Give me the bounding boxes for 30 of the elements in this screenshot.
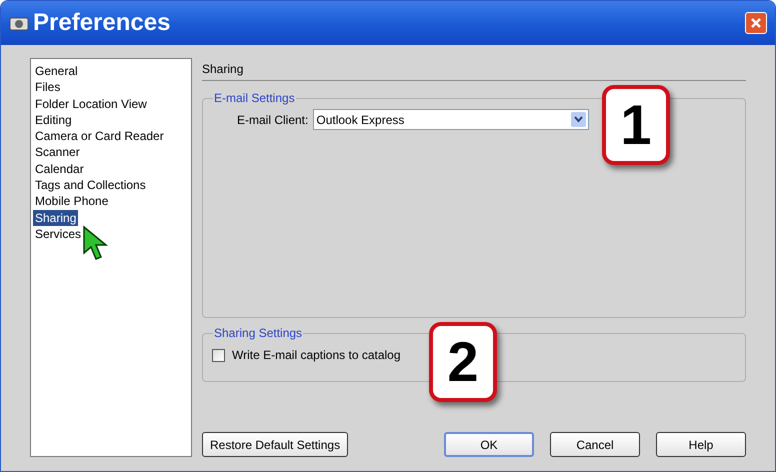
chevron-down-icon <box>571 112 586 127</box>
category-item[interactable]: General <box>33 63 80 80</box>
section-title: Sharing <box>202 58 746 81</box>
camera-icon <box>9 15 29 31</box>
group-legend: E-mail Settings <box>213 89 296 107</box>
window-title: Preferences <box>33 8 170 38</box>
category-item[interactable]: Tags and Collections <box>33 177 148 194</box>
category-item[interactable]: Services <box>33 226 84 242</box>
category-item[interactable]: Scanner <box>33 144 82 161</box>
client-dropdown[interactable]: Outlook Express <box>313 109 590 130</box>
close-button[interactable] <box>745 12 767 34</box>
callout-badge: 1 <box>602 85 670 165</box>
group-legend: Sharing Settings <box>213 324 304 342</box>
checkbox-label: Write E-mail captions to catalog <box>232 347 401 364</box>
pointer-cursor-icon <box>82 225 110 261</box>
category-item[interactable]: Editing <box>33 112 74 128</box>
close-icon <box>750 17 762 29</box>
category-item[interactable]: Mobile Phone <box>33 193 110 210</box>
callout-badge: 2 <box>429 322 497 402</box>
checkbox[interactable] <box>212 348 225 362</box>
dialog-button[interactable]: Restore Default Settings <box>202 432 348 457</box>
dialog-button[interactable]: Cancel <box>550 432 640 457</box>
category-item[interactable]: Camera or Card Reader <box>33 128 166 144</box>
field-label: E-mail Client: <box>237 112 308 128</box>
dialog-button[interactable]: Help <box>656 432 746 457</box>
category-item[interactable]: Folder Location View <box>33 96 149 112</box>
category-item[interactable]: Files <box>33 79 62 96</box>
category-item[interactable]: Sharing <box>33 210 78 226</box>
category-item[interactable]: Calendar <box>33 160 86 178</box>
dialog-button[interactable]: OK <box>444 432 534 457</box>
